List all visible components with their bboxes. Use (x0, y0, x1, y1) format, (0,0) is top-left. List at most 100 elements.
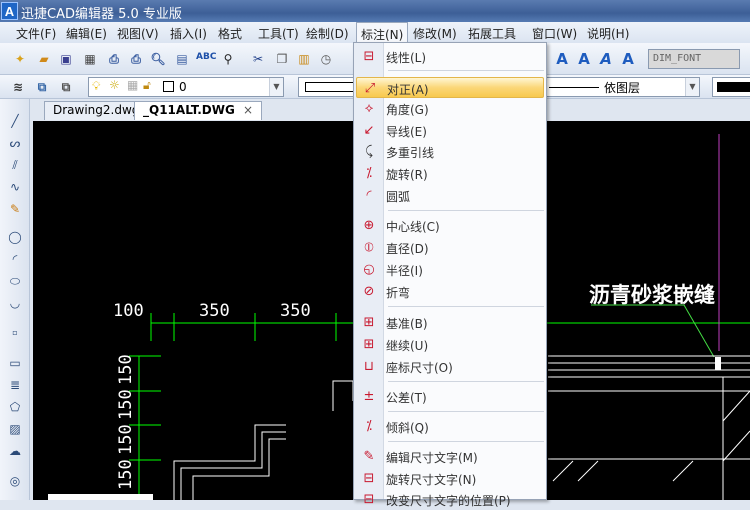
font-combo[interactable]: DIM_FONT (648, 49, 740, 69)
point-icon[interactable]: ▫ (7, 325, 23, 341)
print-icon[interactable]: ⎙ (128, 51, 144, 67)
chevron-down-icon[interactable]: ▼ (269, 78, 283, 96)
zoom-page-icon[interactable]: 🔍︎ (150, 51, 166, 67)
layer-previous-icon[interactable]: ⧉ (34, 79, 50, 95)
sun-icon: ☼ (109, 78, 120, 92)
menu-edit[interactable]: 编辑(E) (66, 25, 107, 42)
menu-view[interactable]: 视图(V) (117, 25, 159, 42)
layer-combo[interactable]: 💡︎ ☼ ▦ 🔓︎ 0 ▼ (88, 77, 284, 97)
menu-item-aligned[interactable]: ⤢ 对正(A) (356, 77, 544, 98)
menu-item-ordinate[interactable]: ⊔ 座标尺寸(O) (356, 356, 544, 377)
find-icon[interactable]: ⚲ (220, 51, 236, 67)
close-icon[interactable]: × (243, 103, 253, 117)
rotated-dim-icon: ⁒ (366, 166, 372, 181)
tab-q11alt[interactable]: _Q11ALT.DWG × (134, 101, 263, 120)
diameter-icon: ⦶ (364, 240, 374, 255)
continue-icon: ⊞ (363, 337, 375, 352)
line-icon[interactable]: ╱ (7, 113, 23, 129)
rectangle-icon[interactable]: ▭ (7, 355, 23, 371)
menu-item-label: 角度(G) (386, 103, 429, 117)
menu-bar: 文件(F) 编辑(E) 视图(V) 插入(I) 格式 工具(T) 绘制(D) 标… (0, 22, 750, 43)
menu-item-angular[interactable]: ⟡ 角度(G) (356, 98, 544, 119)
menu-item-baseline[interactable]: ⊞ 基准(B) (356, 312, 544, 333)
step-outline (173, 380, 354, 500)
multileader-icon: ⤹ (365, 144, 373, 159)
circle-icon[interactable]: ◯ (7, 229, 23, 245)
ellipse-icon[interactable]: ⬭ (7, 273, 23, 289)
tab-label: Drawing2.dwg (53, 103, 140, 117)
menu-item-multileader[interactable]: ⤹ 多重引线 (356, 141, 544, 162)
app-logo: A (1, 2, 18, 20)
menu-item-radius[interactable]: ◵ 半径(I) (356, 259, 544, 280)
layer-match-icon[interactable]: ⧉ (58, 79, 74, 95)
acis-icon[interactable]: ▦ (82, 51, 98, 67)
ordinate-icon: ⊔ (363, 359, 375, 374)
angular-dim-icon: ⟡ (364, 101, 374, 116)
arc-dim-icon: ◜ (366, 188, 372, 203)
edit-text-icon[interactable]: A (576, 51, 592, 67)
menu-item-diameter[interactable]: ⦶ 直径(D) (356, 237, 544, 258)
spellcheck-icon[interactable]: ABC (196, 49, 216, 65)
open-file-icon[interactable]: ▰ (36, 51, 52, 67)
layer-color-swatch (163, 81, 174, 92)
cut-icon[interactable]: ✂ (250, 51, 266, 67)
polyline-icon[interactable]: ᔕ (7, 135, 23, 151)
paste-icon[interactable]: ▥ (296, 51, 312, 67)
menu-window[interactable]: 窗口(W) (532, 25, 577, 42)
sketch-icon[interactable]: ✎ (7, 201, 23, 217)
menu-item-oblique[interactable]: ⁒ 倾斜(Q) (356, 416, 544, 437)
menu-modify[interactable]: 修改(M) (413, 25, 457, 42)
menu-dimension[interactable]: 标注(N) (356, 22, 409, 43)
tab-drawing2[interactable]: Drawing2.dwg (44, 101, 149, 120)
pavement-layers (548, 355, 750, 500)
dim-text: 100 (113, 301, 144, 321)
new-file-icon[interactable]: ✦ (12, 51, 28, 67)
lock-icon: 🔓︎ (143, 78, 151, 92)
linetype-value: 依图层 (604, 81, 641, 95)
spline-icon[interactable]: ∿ (7, 179, 23, 195)
menu-item-jogged[interactable]: ⊘ 折弯 (356, 281, 544, 302)
paste-special-icon[interactable]: ◷ (318, 51, 334, 67)
menu-item-tolerance[interactable]: ± 公差(T) (356, 386, 544, 407)
find-text-icon[interactable]: A (620, 51, 636, 67)
menu-format[interactable]: 格式 (218, 25, 242, 42)
print-preview-icon[interactable]: ⎙ (106, 51, 122, 67)
text-edit-pen-icon[interactable]: A (598, 51, 614, 67)
lineweight-preview (717, 82, 750, 92)
multiline-icon[interactable]: ⫽ (7, 157, 23, 173)
menu-separator (388, 381, 544, 382)
menu-item-rotate-dim-text[interactable]: ⊟ 旋转尺寸文字(N) (356, 468, 544, 489)
layer-manager-icon[interactable]: ≋ (10, 79, 26, 95)
menu-insert[interactable]: 插入(I) (170, 25, 207, 42)
polygon-icon[interactable]: ⬠ (7, 399, 23, 415)
menu-extend-tools[interactable]: 拓展工具 (468, 25, 516, 42)
lineweight-combo[interactable] (712, 77, 750, 97)
menu-item-continue[interactable]: ⊞ 继续(U) (356, 334, 544, 355)
menu-tools[interactable]: 工具(T) (258, 25, 299, 42)
menu-item-rotated[interactable]: ⁒ 旋转(R) (356, 163, 544, 184)
menu-item-arc[interactable]: ◜ 圆弧 (356, 185, 544, 206)
chevron-down-icon[interactable]: ▼ (685, 78, 699, 96)
layer-name: 0 (179, 80, 187, 94)
arc-icon[interactable]: ◜ (7, 251, 23, 267)
menu-draw[interactable]: 绘制(D) (306, 25, 349, 42)
publish-icon[interactable]: ▤ (174, 51, 190, 67)
edit-dim-text-icon: ✎ (363, 449, 375, 464)
ellipse-arc-icon[interactable]: ◡ (7, 295, 23, 311)
menu-item-center[interactable]: ⊕ 中心线(C) (356, 215, 544, 236)
menu-item-leader[interactable]: ↙ 导线(E) (356, 120, 544, 141)
cloud-icon[interactable]: ☁ (7, 443, 23, 459)
text-style-icon[interactable]: A (554, 51, 570, 67)
window-title: 迅捷CAD编辑器 5.0 专业版 (21, 7, 182, 22)
white-bar (48, 494, 153, 500)
menu-file[interactable]: 文件(F) (16, 25, 56, 42)
tolerance-icon: ± (363, 389, 375, 404)
hatch-icon[interactable]: ▨ (7, 421, 23, 437)
menu-item-edit-dim-text[interactable]: ✎ 编辑尺寸文字(M) (356, 446, 544, 467)
donut-icon[interactable]: ◎ (7, 473, 23, 489)
menu-item-linear[interactable]: ⊟ 线性(L) (356, 46, 544, 67)
menu-help[interactable]: 说明(H) (587, 25, 629, 42)
hatch-lines-icon[interactable]: ≣ (7, 377, 23, 393)
copy-icon[interactable]: ❐ (274, 51, 290, 67)
save-icon[interactable]: ▣ (58, 51, 74, 67)
